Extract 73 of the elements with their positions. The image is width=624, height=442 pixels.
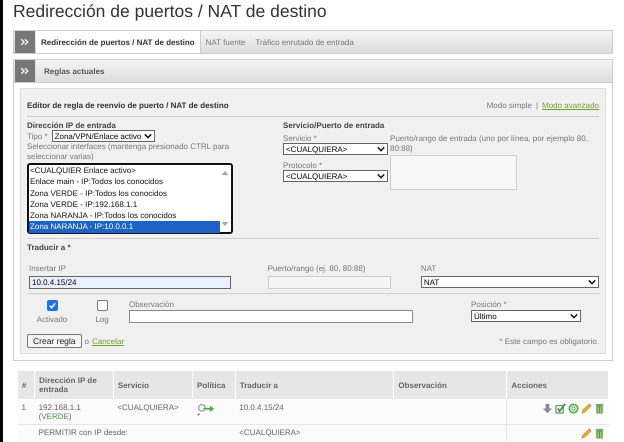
caret-icon <box>588 279 596 285</box>
field-label: Puerto/rango (ej. 80, 80:88) <box>268 264 366 273</box>
caret-icon <box>377 146 385 152</box>
trash-icon[interactable] <box>594 428 604 439</box>
caret-icon <box>570 313 578 319</box>
field-label: Tipo * <box>27 132 48 140</box>
caret-icon <box>377 173 385 179</box>
tab[interactable]: Redirección de puertos / NAT de destino <box>36 31 201 53</box>
table-cell: PERMITIR con IP desde: <box>34 424 236 442</box>
column-header: Observación <box>394 370 507 400</box>
field-label: Observación <box>129 300 175 309</box>
field-heading: Servicio/Puerto de entrada <box>283 121 386 130</box>
tab[interactable]: NAT fuente <box>200 31 250 53</box>
chevron-icon <box>14 31 36 53</box>
pencil-icon[interactable] <box>580 403 592 414</box>
checkbox[interactable] <box>96 300 108 311</box>
position-dropdown[interactable]: Último <box>471 310 581 322</box>
column-header: Servicio <box>113 370 193 400</box>
checkbox-label: Log <box>95 315 109 324</box>
table-cell: 1 <box>18 400 35 424</box>
remark-field[interactable] <box>129 310 413 323</box>
table-cell: 192.168.1.1 (VERDE) <box>34 400 114 424</box>
checkbox-label: Activado <box>36 315 68 324</box>
tab[interactable]: Tráfico enrutado de entrada <box>250 31 359 53</box>
table-cell: <CUALQUIERA> <box>235 424 394 442</box>
checkbox[interactable] <box>46 300 58 311</box>
column-header: Dirección IP de entrada <box>34 370 114 400</box>
list-option[interactable]: Zona NARANJA - IP:10.0.0.1 <box>29 221 220 233</box>
port-field[interactable] <box>268 276 391 289</box>
ip-field[interactable]: 10.0.4.15/24 <box>29 276 231 289</box>
list-option[interactable]: Zona VERDE - IP:192.168.1.1 <box>29 198 220 210</box>
trash-icon[interactable] <box>594 403 604 414</box>
table-cell: 10.0.4.15/24 <box>235 400 394 424</box>
service-dropdown[interactable]: <CUALQUIERA> <box>283 143 388 155</box>
field-label: Servicio * <box>283 134 318 143</box>
column-header: # <box>18 370 35 400</box>
section-title: Reglas actuales <box>43 66 104 76</box>
required-note: * Este campo es obligatorio. <box>499 336 599 346</box>
type-dropdown[interactable]: Zona/VPN/Enlace activo <box>52 130 156 142</box>
chevron-icon <box>14 60 36 82</box>
table-cell: <CUALQUIERA> <box>113 400 193 424</box>
list-option[interactable]: <CUALQUIER Enlace activo> <box>29 165 220 176</box>
field-label: Protocolo * <box>283 161 324 170</box>
editor-title: Editor de regla de reenvío de puerto / NAT de destino <box>27 101 229 110</box>
nat-dropdown[interactable]: NAT <box>420 276 599 288</box>
mode-link[interactable]: Modo simple <box>486 101 532 110</box>
field-heading: Dirección IP de entrada <box>27 121 117 130</box>
field-heading: Traducir a * <box>27 243 72 252</box>
page-title: Redirección de puertos / NAT de destino <box>13 0 328 23</box>
scroll-up-icon[interactable] <box>220 169 230 176</box>
field-label: NAT <box>420 264 438 273</box>
list-option[interactable]: Zona NARANJA - IP:Todos los conocidos <box>29 210 220 222</box>
interface-listbox[interactable]: <CUALQUIER Enlace activo> Enlace main - IP:Todos los conocidos Zona VERDE - IP:Todos los conocidos Zona VERDE - IP:192.168.1.1 Zona NARANJA - IP:Todos los conocidos Zona NARANJA - IP:10.0.0.1 <box>27 163 233 234</box>
checkbox-icon[interactable] <box>554 403 566 414</box>
protocol-dropdown[interactable]: <CUALQUIERA> <box>283 170 388 182</box>
list-option[interactable]: Zona VERDE - IP:Todos los conocidos <box>29 188 220 199</box>
separator-text: | <box>536 101 538 110</box>
field-label: Puerto/rango de entrada (uno por línea, por ejemplo 80, 80:88) <box>390 134 589 154</box>
scroll-down-icon[interactable] <box>220 221 230 228</box>
caret-icon <box>144 133 152 139</box>
column-header: Acciones <box>506 370 608 400</box>
add-icon[interactable] <box>568 403 578 414</box>
field-label: Insertar IP <box>29 264 67 273</box>
or-text: o <box>84 336 89 346</box>
hint-text: Seleccionar interfaces (mantenga presionado CTRL para seleccionar varias) <box>27 142 230 162</box>
column-header: Traducir a <box>235 370 394 400</box>
list-option[interactable]: Enlace main - IP:Todos los conocidos <box>29 176 220 188</box>
field-label: Posición * <box>471 300 508 309</box>
create-rule-button[interactable]: Crear regla <box>27 334 82 348</box>
down-arrow-icon[interactable] <box>542 403 552 414</box>
column-header: Política <box>192 370 236 400</box>
pencil-icon[interactable] <box>580 428 592 439</box>
policy-arrow-icon <box>196 403 215 416</box>
